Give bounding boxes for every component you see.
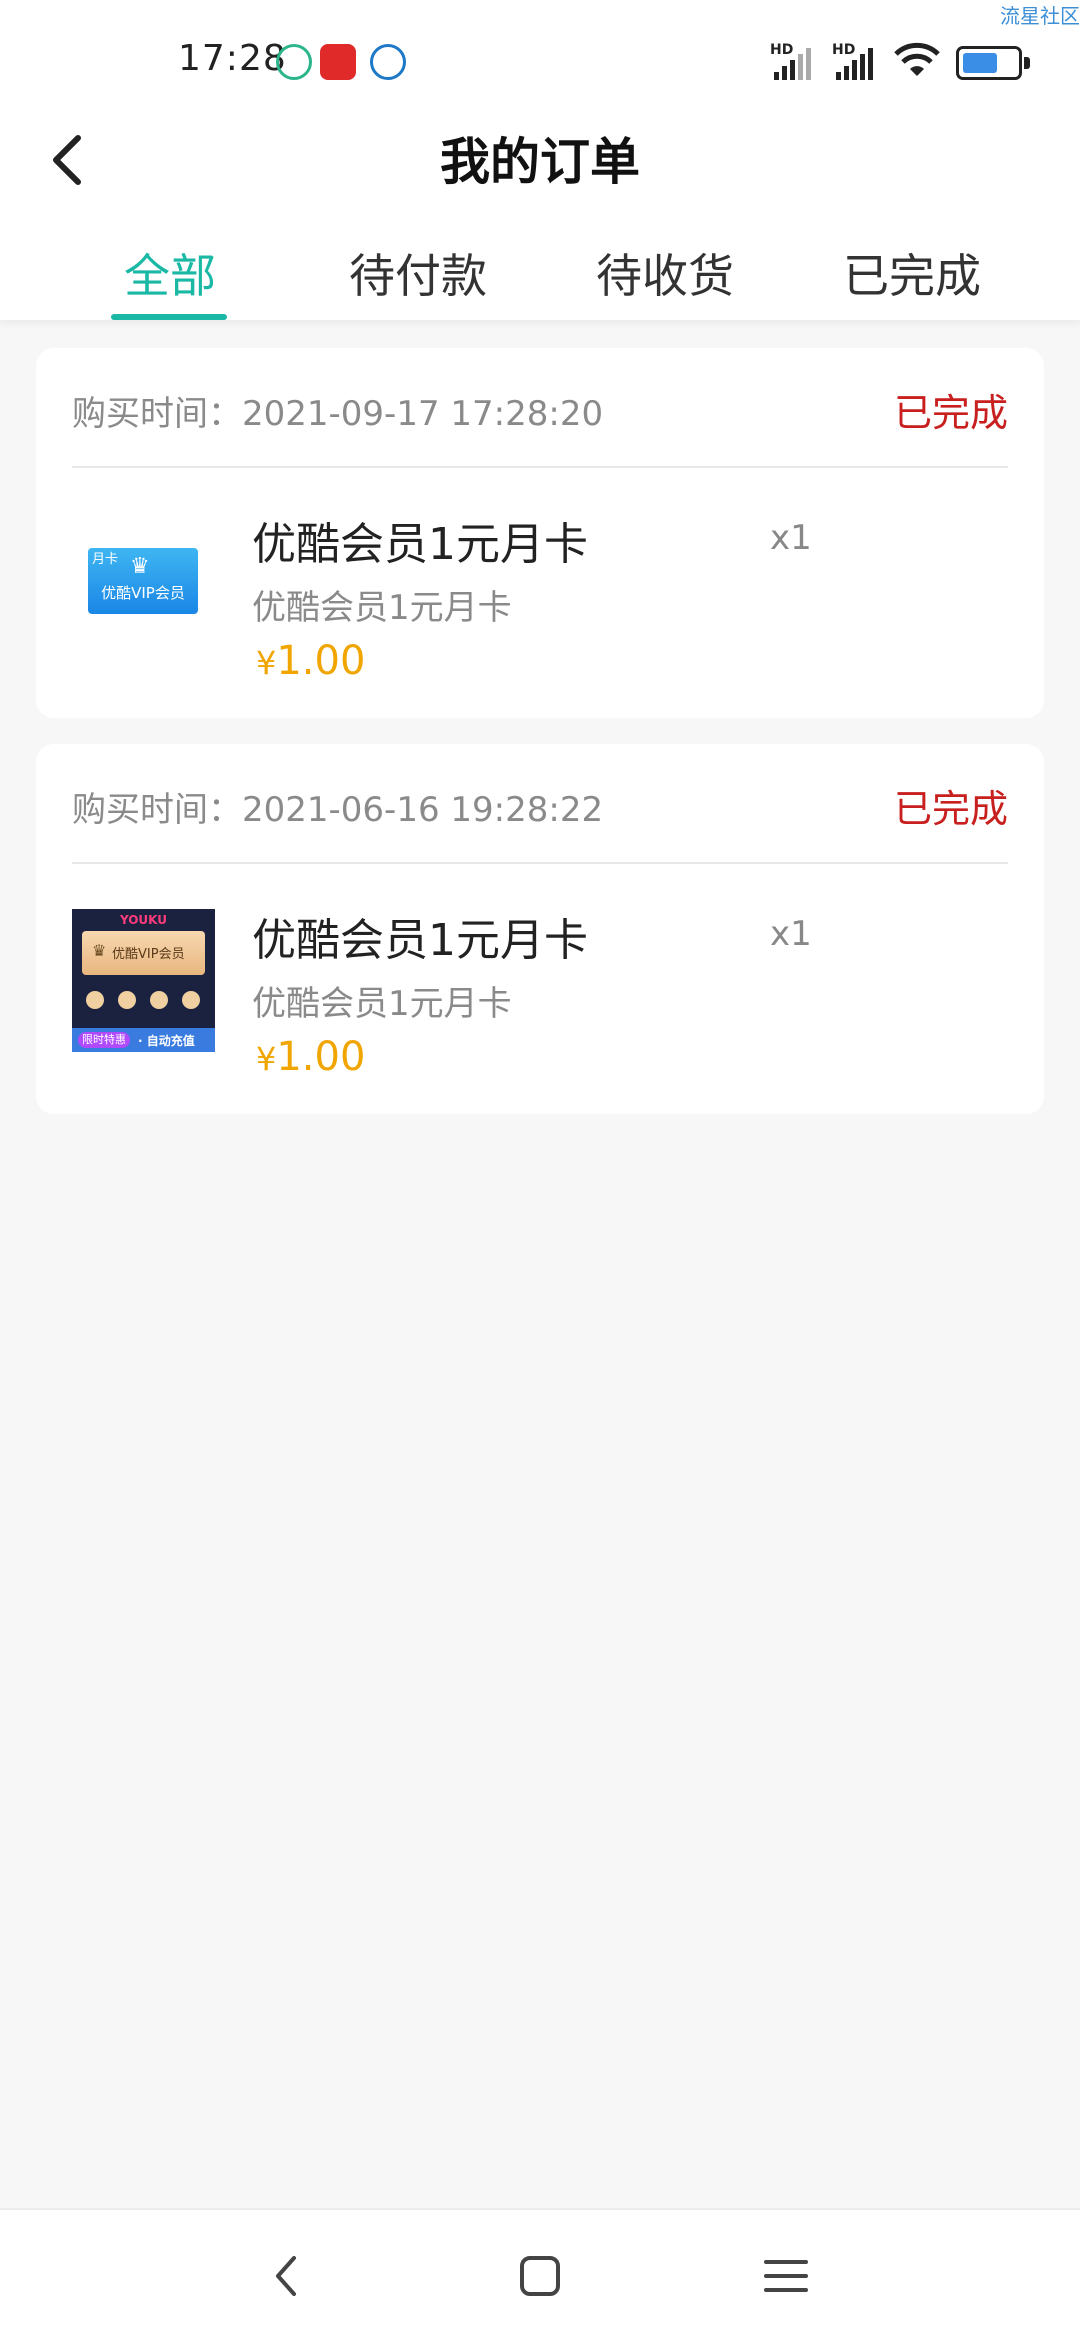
product-price: ¥1.00 xyxy=(256,638,366,684)
product-subtitle: 优酷会员1元月卡 xyxy=(252,588,512,628)
battery-icon xyxy=(956,46,1030,80)
divider xyxy=(72,862,1008,864)
tab-pending-receipt[interactable]: 待收货 xyxy=(565,240,765,306)
header: 我的订单 xyxy=(0,110,1080,210)
signal-2-icon: HD xyxy=(832,42,880,80)
watermark: 流星社区 xyxy=(1000,4,1080,28)
nav-back-icon[interactable] xyxy=(258,2246,318,2306)
order-status: 已完成 xyxy=(893,391,1008,435)
product-subtitle: 优酷会员1元月卡 xyxy=(252,984,512,1024)
product-name: 优酷会员1元月卡 xyxy=(252,915,588,966)
order-tabs: 全部 待付款 待收货 已完成 xyxy=(0,210,1080,320)
order-status: 已完成 xyxy=(893,787,1008,831)
order-time: 购买时间：2021-06-16 19:28:22 xyxy=(72,790,604,830)
product-quantity: x1 xyxy=(770,914,812,954)
mobile-app-icon xyxy=(370,44,406,80)
active-tab-indicator xyxy=(111,314,227,320)
product-thumbnail: 月卡 ♛ 优酷VIP会员 xyxy=(88,548,198,614)
leaf-app-icon xyxy=(276,44,312,80)
divider xyxy=(72,466,1008,468)
order-card[interactable]: 购买时间：2021-09-17 17:28:20 已完成 月卡 ♛ 优酷VIP会… xyxy=(36,348,1044,718)
crown-icon: ♛ xyxy=(130,554,150,579)
status-time: 17:28 xyxy=(178,38,287,79)
product-thumbnail: YOUKU ♛ 优酷VIP会员 限时特惠 · 自动充值 xyxy=(72,909,215,1052)
tab-completed[interactable]: 已完成 xyxy=(812,240,1012,306)
page-title: 我的订单 xyxy=(440,133,640,191)
product-name: 优酷会员1元月卡 xyxy=(252,519,588,570)
crown-icon: ♛ xyxy=(92,941,107,960)
tab-all[interactable]: 全部 xyxy=(70,240,270,306)
product-price: ¥1.00 xyxy=(256,1034,366,1080)
system-nav-bar xyxy=(0,2208,1080,2342)
product-quantity: x1 xyxy=(770,518,812,558)
status-bar: 流星社区 17:28 HD HD xyxy=(0,0,1080,110)
order-time: 购买时间：2021-09-17 17:28:20 xyxy=(72,394,604,434)
nav-menu-icon[interactable] xyxy=(756,2246,816,2306)
tab-pending-payment[interactable]: 待付款 xyxy=(318,240,518,306)
order-card[interactable]: 购买时间：2021-06-16 19:28:22 已完成 YOUKU ♛ 优酷V… xyxy=(36,744,1044,1114)
wifi-icon xyxy=(894,42,940,76)
nav-home-icon[interactable] xyxy=(510,2246,570,2306)
pay-app-icon xyxy=(320,44,356,80)
signal-1-icon: HD xyxy=(770,42,818,80)
